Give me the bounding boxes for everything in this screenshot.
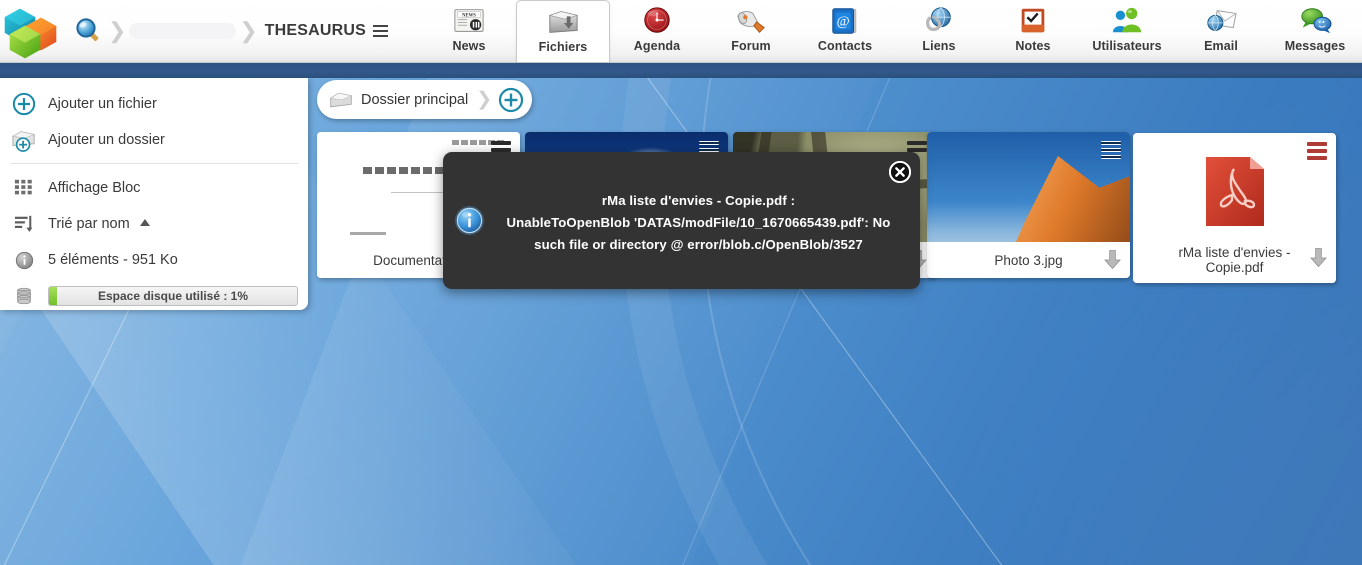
- nav-item-forum[interactable]: Forum: [704, 0, 798, 62]
- globe-paperclip-icon: [920, 5, 958, 37]
- megaphone-icon: [732, 5, 770, 37]
- hexagon-cluster-logo[interactable]: [2, 5, 64, 57]
- sidebar-item-add-folder[interactable]: Ajouter un dossier: [0, 122, 308, 158]
- folder-download-icon: [544, 6, 582, 38]
- files-sidebar-panel: Ajouter un fichier Ajouter un dossier: [0, 78, 308, 310]
- hexagon-green-icon: [8, 25, 42, 59]
- users-icon: [1108, 5, 1146, 37]
- nav-item-utilisateurs[interactable]: Utilisateurs: [1080, 0, 1174, 62]
- address-book-icon: @: [826, 5, 864, 37]
- nav-label: Agenda: [634, 39, 680, 53]
- hamburger-menu-icon[interactable]: [1101, 141, 1121, 159]
- error-message: rMa liste d'envies - Copie.pdf : UnableT…: [495, 190, 902, 256]
- header-separator: ❯: [108, 18, 126, 44]
- sidebar-item-count: 5 éléments - 951 Ko: [0, 242, 308, 278]
- nav-label: News: [452, 39, 485, 53]
- redacted-path-field[interactable]: [129, 23, 236, 39]
- database-icon: [9, 282, 39, 310]
- nav-item-news[interactable]: NEWS News: [422, 0, 516, 62]
- file-tile-footer: rMa liste d'envies - Copie.pdf: [1133, 237, 1336, 283]
- nav-label: Contacts: [818, 39, 872, 53]
- file-name: rMa liste d'envies - Copie.pdf: [1155, 245, 1315, 275]
- nav-item-contacts[interactable]: @ Contacts: [798, 0, 892, 62]
- search-icon[interactable]: [71, 14, 105, 48]
- download-icon[interactable]: [1103, 249, 1122, 271]
- globe-envelope-icon: [1202, 5, 1240, 37]
- nav-label: Notes: [1015, 39, 1050, 53]
- nav-label: Email: [1204, 39, 1238, 53]
- file-tile[interactable]: rMa liste d'envies - Copie.pdf: [1133, 133, 1336, 283]
- newspaper-icon: NEWS: [450, 5, 488, 37]
- hamburger-menu-icon[interactable]: [699, 141, 719, 152]
- grid-view-icon: [9, 174, 39, 202]
- sidebar-item-view-mode[interactable]: Affichage Bloc: [0, 170, 308, 206]
- file-tile-footer: Photo 3.jpg: [927, 242, 1130, 278]
- chevron-right-icon: ❯: [476, 88, 492, 111]
- disk-usage-label: Espace disque utilisé : 1%: [98, 289, 248, 303]
- header-accent-band: [0, 63, 1362, 78]
- sort-icon: [9, 210, 39, 238]
- error-dialog: rMa liste d'envies - Copie.pdf : UnableT…: [443, 152, 920, 289]
- info-icon: [9, 246, 39, 274]
- nav-label: Fichiers: [539, 40, 588, 54]
- hamburger-menu-icon[interactable]: [907, 141, 927, 152]
- pdf-file-icon: [1204, 153, 1266, 228]
- sidebar-item-disk-usage: Espace disque utilisé : 1%: [0, 278, 308, 314]
- nav-item-agenda[interactable]: Agenda: [610, 0, 704, 62]
- hamburger-menu-icon[interactable]: [373, 25, 388, 37]
- disk-usage-fill: [49, 287, 57, 305]
- error-message-line-2: UnableToOpenBlob 'DATAS/modFile/10_16706…: [495, 212, 902, 234]
- nav-label: Utilisateurs: [1092, 39, 1161, 53]
- sidebar-item-sort[interactable]: Trié par nom: [0, 206, 308, 242]
- sidebar-divider: [10, 163, 298, 164]
- download-icon[interactable]: [1309, 247, 1328, 269]
- nav-item-fichiers[interactable]: Fichiers: [516, 0, 610, 62]
- nav-label: Forum: [731, 39, 770, 53]
- svg-text:NEWS: NEWS: [462, 13, 476, 18]
- hamburger-menu-icon[interactable]: [491, 141, 511, 152]
- file-name: Photo 3.jpg: [994, 253, 1062, 268]
- nav-label: Liens: [922, 39, 955, 53]
- sidebar-item-label: Ajouter un dossier: [48, 132, 165, 148]
- add-item-button[interactable]: [498, 87, 524, 113]
- clock-icon: [638, 5, 676, 37]
- sidebar-item-label: Affichage Bloc: [48, 180, 140, 196]
- checkbox-tray-icon: [1014, 5, 1052, 37]
- breadcrumb: Dossier principal ❯: [317, 80, 532, 119]
- nav-item-messages[interactable]: Messages: [1268, 0, 1362, 62]
- sort-ascending-icon: [140, 219, 150, 226]
- info-icon: [454, 205, 485, 236]
- hamburger-menu-icon[interactable]: [1307, 142, 1327, 160]
- nav-item-email[interactable]: Email: [1174, 0, 1268, 62]
- brand-name: THESAURUS: [265, 22, 366, 40]
- speech-bubbles-icon: [1296, 5, 1334, 37]
- nav-label: Messages: [1285, 39, 1346, 53]
- svg-text:@: @: [837, 14, 850, 30]
- sidebar-item-label: Ajouter un fichier: [48, 96, 157, 112]
- main-navigation: NEWS News Fichiers: [422, 0, 1362, 62]
- sidebar-item-add-file[interactable]: Ajouter un fichier: [0, 86, 308, 122]
- folder-plus-icon: [9, 126, 39, 154]
- disk-usage-bar: Espace disque utilisé : 1%: [48, 286, 298, 306]
- header-separator: ❯: [239, 18, 257, 44]
- plus-circle-icon: [9, 90, 39, 118]
- error-message-line-1: rMa liste d'envies - Copie.pdf :: [495, 190, 902, 212]
- breadcrumb-label[interactable]: Dossier principal: [361, 92, 468, 108]
- top-header: ❯ ❯ THESAURUS NEWS News: [0, 0, 1362, 63]
- folder-icon: [329, 90, 353, 110]
- close-icon[interactable]: [889, 161, 911, 183]
- error-message-line-3: such file or directory @ error/blob.c/Op…: [495, 234, 902, 256]
- file-tile[interactable]: Photo 3.jpg: [927, 132, 1130, 278]
- nav-item-notes[interactable]: Notes: [986, 0, 1080, 62]
- sidebar-item-label: 5 éléments - 951 Ko: [48, 252, 178, 268]
- sidebar-item-label: Trié par nom: [48, 216, 130, 232]
- nav-item-liens[interactable]: Liens: [892, 0, 986, 62]
